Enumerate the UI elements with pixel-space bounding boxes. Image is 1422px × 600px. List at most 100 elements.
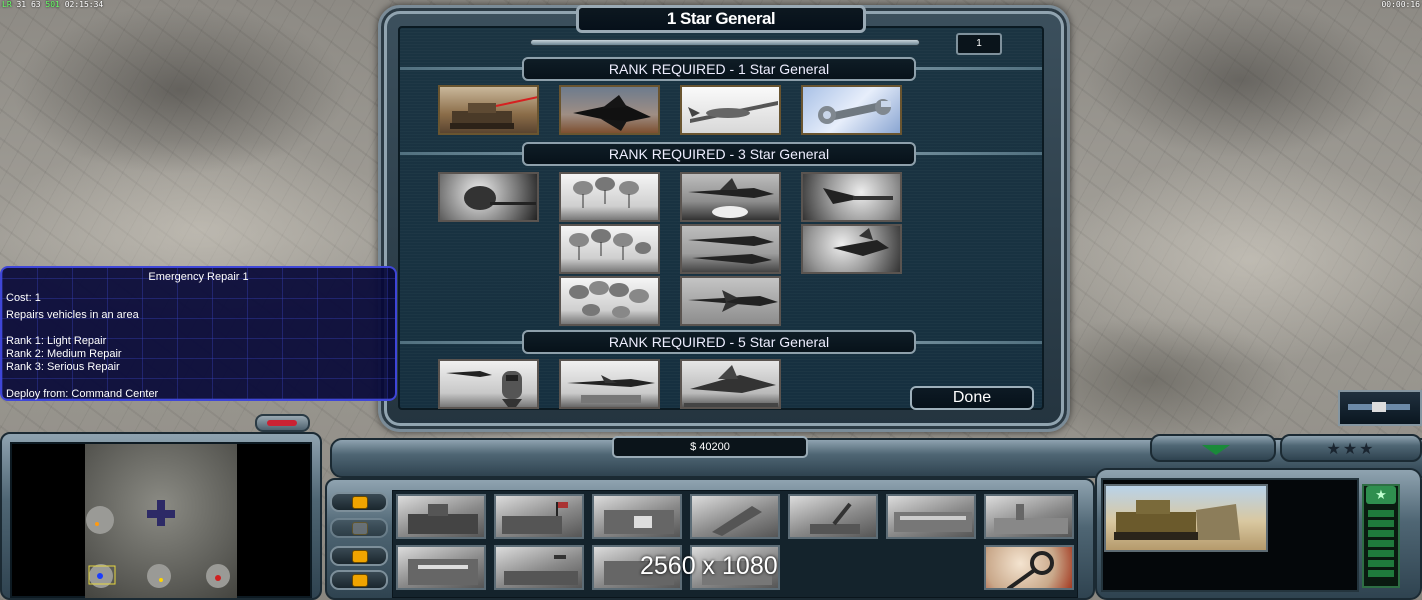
general-stars-icon: ★★★ [1326,441,1376,458]
particle-cannon-icon [504,555,578,585]
paladin-tank-icon [450,96,537,129]
selected-unit-portrait [1104,484,1268,552]
section-header-1-star: RANK REQUIRED - 1 Star General [522,57,916,81]
build-airfield[interactable] [886,494,976,539]
parachute-icon [569,281,649,318]
parachute-icon [569,229,651,260]
build-strategy-center[interactable] [396,545,486,590]
satellite-scan-button[interactable] [1338,390,1422,426]
power-tooltip: Emergency Repair 1 Cost: 1 Repairs vehic… [0,266,397,401]
promotion-panel-title: 1 Star General [576,5,866,33]
power-spectre-gunship-1[interactable] [801,172,902,222]
generals-powers-tab[interactable]: ★★★ [1280,434,1422,462]
rank-points-counter: 1 [956,33,1002,55]
power-a10-strike-1[interactable] [680,172,781,222]
tooltip-rank-3: Rank 3: Serious Repair [6,361,120,373]
power-supply-drop[interactable] [438,359,539,409]
power-a10-strike-3[interactable] [680,276,781,326]
health-segment [1368,520,1394,527]
build-particle-cannon[interactable] [494,545,584,590]
build-war-factory[interactable] [592,494,682,539]
war-factory-icon [604,510,674,534]
idle-worker-button[interactable] [330,518,388,538]
power-paradrop-1[interactable] [559,172,660,222]
beacon-button[interactable] [330,546,388,566]
detention-camp-icon [994,504,1068,534]
power-a10-strike-2[interactable] [680,224,781,274]
debug-clock: 02:15:34 [64,0,104,9]
rank-progress-rail [530,39,920,46]
build-patriot-battery[interactable] [690,494,780,539]
power-paradrop-2[interactable] [559,224,660,274]
power-spy-drone[interactable] [680,85,781,135]
options-icon [352,496,368,509]
radar-indicator-icon [267,420,297,426]
command-center-icon [408,504,478,534]
power-emergency-repair[interactable] [801,85,902,135]
artillery-icon [810,502,860,534]
power-stealth-fighter[interactable] [559,85,660,135]
drone-icon [688,101,778,123]
game-timer-top-right: 00:00:16 [1381,0,1420,9]
section-header-3-star: RANK REQUIRED - 3 Star General [522,142,916,166]
patriot-icon [712,506,762,536]
power-pathfinder[interactable] [438,172,539,222]
health-segment [1368,510,1394,517]
hide-ui-tab[interactable] [1150,434,1276,462]
tooltip-title: Emergency Repair 1 [148,271,249,283]
dozer-icon [1114,500,1240,540]
health-segment [1368,540,1394,547]
wrench-icon [818,99,891,124]
tooltip-rank-1: Rank 1: Light Repair [6,335,107,347]
supply-drop-icon [446,371,522,407]
power-paladin-tank[interactable] [438,85,539,135]
exclamation-icon [352,550,368,563]
airfield-icon [894,512,972,532]
bomber-icon [567,375,655,403]
debug-prefix: LR [2,0,12,9]
money-display: $ 40200 [612,436,808,458]
build-firebase[interactable] [788,494,878,539]
build-supply-center[interactable] [494,494,584,539]
health-segment [1368,550,1394,557]
clear-mines-button[interactable] [984,545,1074,590]
a10-aircraft-icon [688,236,774,264]
radar-toggle-button[interactable] [255,414,310,432]
debug-value-b: 63 [30,0,41,9]
power-spectre-gunship-2[interactable] [801,224,902,274]
done-button[interactable]: Done [910,386,1034,410]
minimap-icon [86,500,230,588]
debug-value-c: 501 [45,0,60,9]
health-segment [1368,570,1394,577]
gunship-icon [823,188,893,204]
chevron-down-icon [1202,445,1230,455]
supply-center-icon [502,502,568,534]
health-segment [1368,530,1394,537]
a10-aircraft-icon [688,290,778,312]
health-segment [1368,560,1394,567]
aurora-jet-icon [684,365,778,407]
build-detention-camp[interactable] [984,494,1074,539]
debug-stats-top-left: LR 31 63 501 02:15:34 [2,0,103,9]
parachute-icon [573,177,639,208]
power-carpet-bomb[interactable] [559,359,660,409]
resolution-overlay: 2560 x 1080 [640,552,778,580]
tooltip-description: Repairs vehicles in an area [6,309,139,321]
build-command-center[interactable] [396,494,486,539]
sniper-icon [464,186,536,210]
options-button[interactable] [330,492,388,512]
a10-aircraft-icon [688,178,774,218]
power-fuel-air-bomb[interactable] [680,359,781,409]
tooltip-cost: Cost: 1 [6,292,41,304]
chat-button[interactable] [330,570,388,590]
section-header-5-star: RANK REQUIRED - 5 Star General [522,330,916,354]
radar-minimap[interactable] [85,444,237,598]
tooltip-deploy: Deploy from: Command Center [6,388,159,400]
worker-icon [352,522,368,535]
satellite-icon [1348,402,1410,412]
debug-value-a: 31 [16,0,27,9]
power-paradrop-3[interactable] [559,276,660,326]
strategy-center-icon [408,559,478,585]
gunship-icon [833,228,889,256]
tooltip-rank-2: Rank 2: Medium Repair [6,348,122,360]
